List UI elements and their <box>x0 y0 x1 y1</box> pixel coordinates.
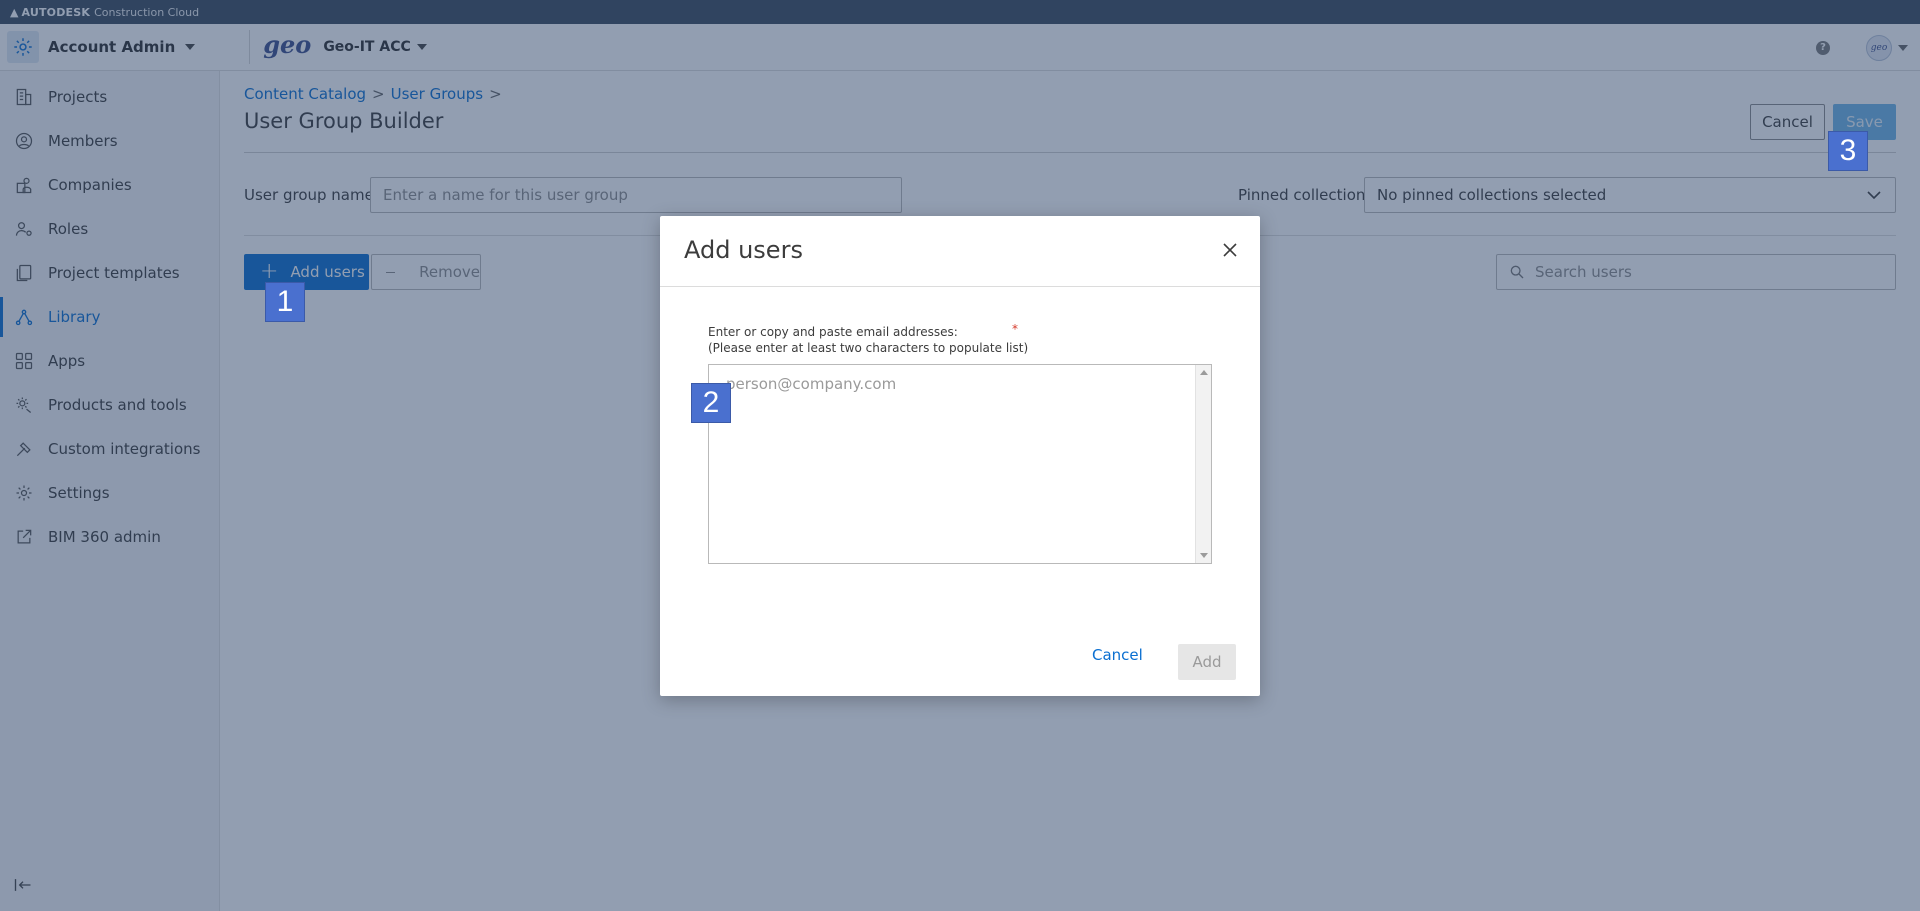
email-instructions: Enter or copy and paste email addresses:… <box>708 325 1029 355</box>
email-placeholder: person@company.com <box>726 375 897 393</box>
step-marker-1: 1 <box>265 282 305 322</box>
email-textarea[interactable]: person@company.com <box>708 364 1212 564</box>
dialog-divider <box>660 286 1260 287</box>
dialog-add-button[interactable]: Add <box>1178 644 1236 680</box>
required-mark: * <box>1012 322 1018 336</box>
scroll-up-arrow-icon[interactable] <box>1200 370 1208 375</box>
scroll-down-arrow-icon[interactable] <box>1200 553 1208 558</box>
dialog-title: Add users <box>684 236 803 264</box>
scrollbar[interactable] <box>1195 365 1211 563</box>
step-marker-2: 2 <box>691 383 731 423</box>
dialog-cancel-button[interactable]: Cancel <box>1092 646 1143 664</box>
add-users-dialog: Add users Enter or copy and paste email … <box>660 216 1260 696</box>
close-icon[interactable] <box>1220 240 1240 260</box>
step-marker-3: 3 <box>1828 131 1868 171</box>
